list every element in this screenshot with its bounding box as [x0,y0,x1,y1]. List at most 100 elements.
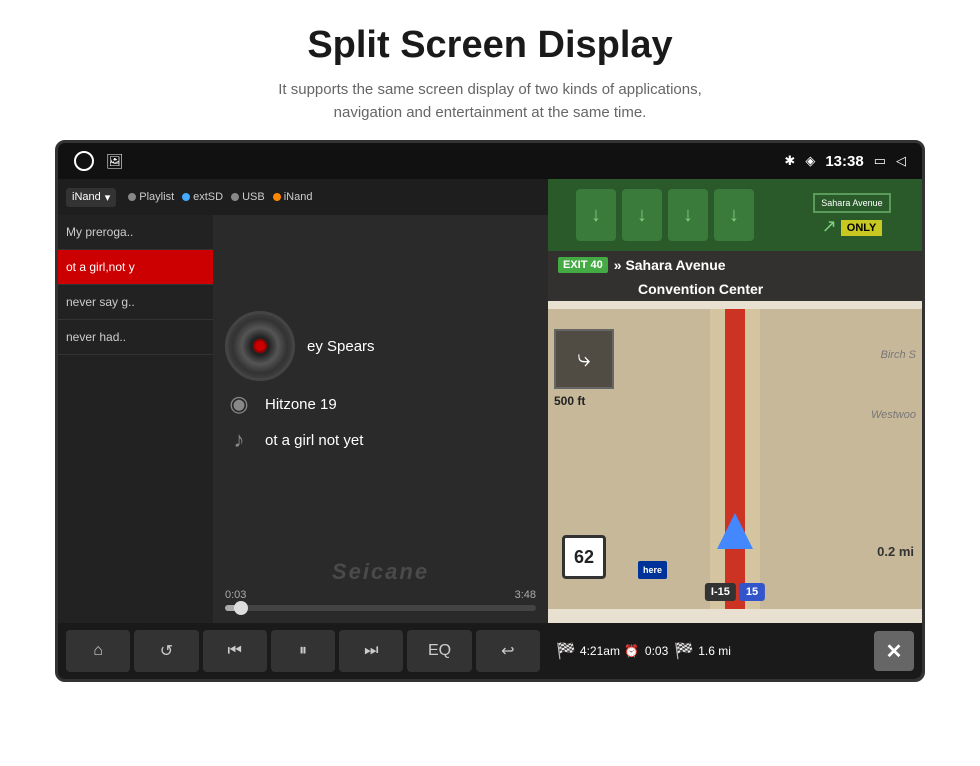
eq-button[interactable]: EQ [407,630,471,672]
next-button[interactable]: ⏭ [339,630,403,672]
list-item[interactable]: never say g.. [58,285,213,320]
radio-inand-icon [273,193,281,201]
repeat-button[interactable]: ↺ [134,630,198,672]
dropdown-chevron-icon: ▾ [105,191,111,204]
nav-eta: 🏁 4:21am ⏰ [556,641,639,661]
distance-500ft: 500 ft [554,394,585,408]
exit-info: EXIT 40 » Sahara Avenue [548,251,922,279]
pause-button[interactable]: ⏸ [271,630,335,672]
speed-limit-badge: 62 [562,535,606,579]
exit-street: » Sahara Avenue [614,257,726,273]
nav-distance: 0.2 mi [877,544,914,559]
image-icon: 🖼 [106,153,124,170]
arrow-down-2: ↓ [622,189,662,241]
source-bar: iNand ▾ Playlist extSD USB [58,179,548,215]
window-icon: ▭ [874,153,886,169]
radio-usb-icon [231,193,239,201]
highway-shield: 15 [739,583,765,601]
split-screen: iNand ▾ Playlist extSD USB [58,179,922,679]
prev-button[interactable]: ⏮ [203,630,267,672]
progress-section: Seicane 0:03 3:48 [225,547,536,611]
progress-thumb[interactable] [234,601,248,615]
artist-row: ey Spears [225,311,536,381]
clock-icon: ⏰ [624,644,639,658]
playlist-sidebar: My preroga.. ot a girl,not y never say g… [58,215,213,623]
list-item[interactable]: My preroga.. [58,215,213,250]
nav-direction-arrow [717,513,753,549]
time-current: 0:03 [225,589,246,601]
source-usb[interactable]: USB [231,191,265,203]
disc-center [253,339,267,353]
album-disc [225,311,295,381]
list-item[interactable]: never had.. [58,320,213,355]
venue-name: Convention Center [638,281,763,297]
back-button[interactable]: ↩ [476,630,540,672]
flag-start-icon: 🏁 [556,641,576,661]
page-subtitle: It supports the same screen display of t… [40,79,940,124]
source-inand[interactable]: iNand [273,191,313,203]
radio-playlist-icon [128,193,136,201]
arrow-down-1: ↓ [576,189,616,241]
highway-name: I-15 [705,583,736,601]
turn-icon: ⤷ [577,345,590,373]
page-header: Split Screen Display It supports the sam… [0,0,980,140]
track-row: ♪ ot a girl not yet [225,427,536,453]
home-button[interactable]: ⌂ [66,630,130,672]
source-extsd[interactable]: extSD [182,191,223,203]
radio-extsd-icon [182,193,190,201]
nav-bottom-bar: 🏁 4:21am ⏰ 0:03 🏁 1.6 mi ✕ [548,623,922,679]
street-sign: Sahara Avenue [813,193,890,213]
status-time: 13:38 [825,153,863,170]
only-badge: ONLY [841,220,883,236]
player-main: ey Spears ◉ Hitzone 19 ♪ ot a girl not y… [213,215,548,623]
road-label-birch: Birch S [881,349,916,361]
progress-times: 0:03 3:48 [225,589,536,601]
disc-icon: ◉ [225,391,253,417]
road-label-westwood: Westwoo [871,409,916,421]
player-info: ey Spears ◉ Hitzone 19 ♪ ot a girl not y… [225,227,536,547]
progress-bar[interactable] [225,605,536,611]
status-bar: 🖼 ✱ ◈ 13:38 ▭ ◁ [58,143,922,179]
nav-remaining: 🏁 1.6 mi [674,641,731,661]
list-item[interactable]: ot a girl,not y [58,250,213,285]
arrow-down-4: ↓ [714,189,754,241]
direction-banner: ↓ ↓ ↓ ↓ Sahara Avenue ↗ ONLY [548,179,922,251]
album-name: Hitzone 19 [265,396,337,413]
track-name: ot a girl not yet [265,432,363,449]
flag-end-icon: 🏁 [674,641,694,661]
highway-badge: I-15 15 [705,583,765,601]
navigation-panel: ↓ ↓ ↓ ↓ Sahara Avenue ↗ ONLY [548,179,922,679]
device-frame: 🖼 ✱ ◈ 13:38 ▭ ◁ iNand ▾ Playlist [55,140,925,682]
arrow-right-icon: ↗ [822,216,837,237]
back-icon: ◁ [896,153,906,169]
street-sign-section: Sahara Avenue ↗ ONLY [782,179,922,251]
here-badge: here [638,561,667,579]
arrow-down-3: ↓ [668,189,708,241]
controls-bar: ⌂ ↺ ⏮ ⏸ ⏭ EQ ↩ [58,623,548,679]
nav-close-button[interactable]: ✕ [874,631,914,671]
home-circle-icon [74,151,94,171]
player-content-area: My preroga.. ot a girl,not y never say g… [58,215,548,623]
exit-badge: EXIT 40 [558,257,608,273]
music-player-panel: iNand ▾ Playlist extSD USB [58,179,548,679]
artist-name: ey Spears [307,338,375,355]
bluetooth-icon: ✱ [784,153,795,169]
watermark: Seicane [225,555,536,589]
status-right: ✱ ◈ 13:38 ▭ ◁ [784,153,906,170]
source-dropdown[interactable]: iNand ▾ [66,188,116,207]
album-row: ◉ Hitzone 19 [225,391,536,417]
page-title: Split Screen Display [40,24,940,67]
turn-icon-box: ⤷ [554,329,614,389]
time-total: 3:48 [515,589,536,601]
nav-map: ↓ ↓ ↓ ↓ Sahara Avenue ↗ ONLY [548,179,922,679]
direction-arrows: ↓ ↓ ↓ ↓ [548,179,782,251]
source-playlist[interactable]: Playlist [128,191,174,203]
road-highlight [725,309,745,609]
nav-info: 🏁 4:21am ⏰ 0:03 🏁 1.6 mi [556,641,874,661]
source-options: Playlist extSD USB iNand [128,191,312,203]
music-note-icon: ♪ [225,427,253,453]
nav-elapsed: 0:03 [645,644,668,658]
location-icon: ◈ [805,153,815,169]
status-left: 🖼 [74,151,124,171]
map-visual: ⤷ 500 ft Birch S Westwoo 62 here [548,309,922,609]
